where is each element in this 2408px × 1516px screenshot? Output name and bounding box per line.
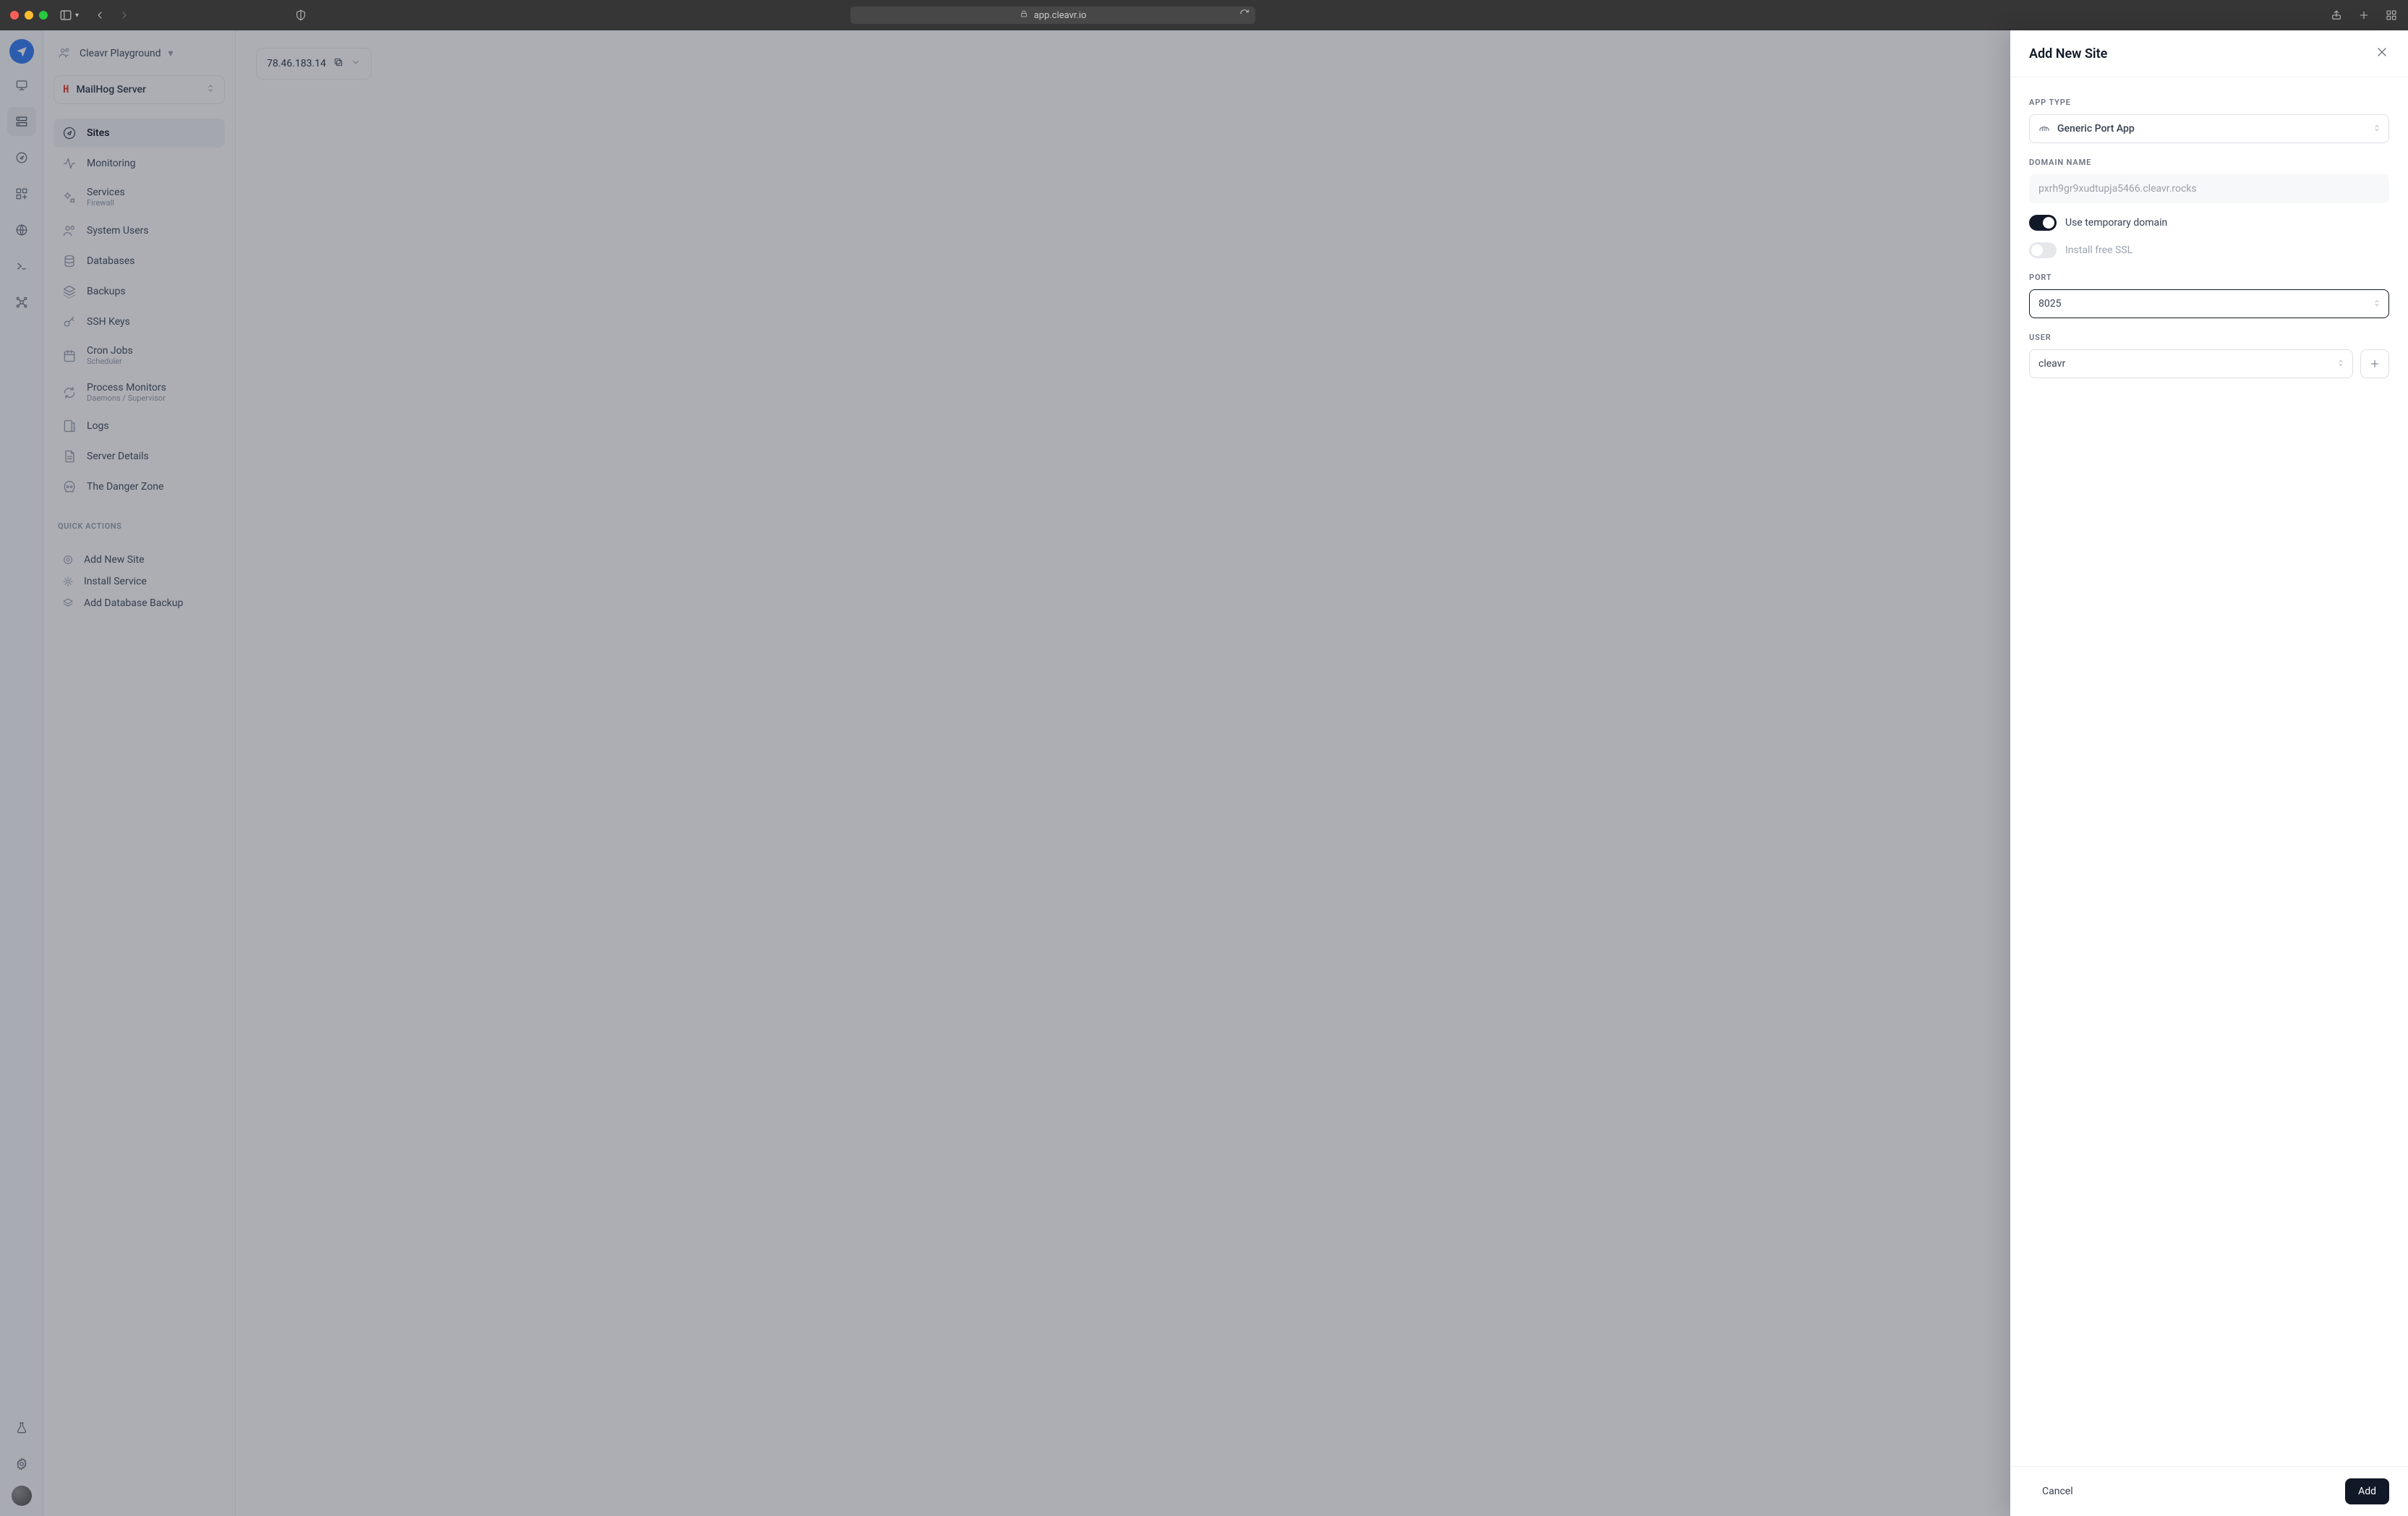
add-user-button[interactable]	[2360, 349, 2389, 378]
nav-back-icon[interactable]	[93, 9, 106, 22]
close-icon[interactable]	[2375, 45, 2389, 62]
domain-name-input[interactable]	[2029, 174, 2389, 203]
refresh-icon[interactable]	[1239, 9, 1250, 22]
user-select[interactable]: cleavr	[2029, 349, 2353, 378]
toggle-label: Install free SSL	[2065, 244, 2132, 256]
minimize-window-dot[interactable]	[25, 11, 33, 20]
updown-icon	[2373, 124, 2381, 135]
close-window-dot[interactable]	[10, 11, 19, 20]
label-app-type: APP TYPE	[2029, 98, 2389, 107]
maximize-window-dot[interactable]	[39, 11, 48, 20]
app-root: Cleavr Playground ▾ H MailHog Server Sit…	[0, 30, 2408, 1516]
tabs-overview-icon[interactable]	[2385, 9, 2398, 22]
chevron-down-icon[interactable]: ▾	[75, 12, 79, 20]
share-icon[interactable]	[2330, 9, 2343, 22]
shield-icon[interactable]	[294, 9, 307, 22]
cancel-button[interactable]: Cancel	[2029, 1478, 2086, 1504]
url-text: app.cleavr.io	[1034, 10, 1087, 21]
url-bar[interactable]: app.cleavr.io	[850, 7, 1255, 24]
toggle-label: Use temporary domain	[2065, 217, 2167, 229]
domain-name-field[interactable]	[2038, 183, 2380, 195]
port-input[interactable]	[2029, 289, 2389, 318]
user-value: cleavr	[2038, 358, 2065, 370]
bridge-icon	[2038, 122, 2050, 136]
install-ssl-toggle[interactable]	[2029, 242, 2057, 258]
new-tab-icon[interactable]	[2357, 9, 2370, 22]
sidebar-toggle-icon[interactable]	[59, 9, 72, 22]
drawer-title: Add New Site	[2029, 46, 2107, 61]
lock-icon	[1020, 9, 1028, 21]
window-traffic-lights[interactable]	[10, 11, 48, 20]
label-user: USER	[2029, 333, 2389, 342]
add-button[interactable]: Add	[2345, 1478, 2389, 1504]
use-temp-domain-toggle[interactable]	[2029, 215, 2057, 231]
number-spinner-icon[interactable]	[2373, 299, 2381, 310]
label-domain-name: DOMAIN NAME	[2029, 158, 2389, 167]
browser-chrome: ▾ app.cleavr.io	[0, 0, 2408, 30]
add-site-drawer: Add New Site APP TYPE Generic Port App D…	[2010, 30, 2408, 1516]
app-type-select[interactable]: Generic Port App	[2029, 114, 2389, 143]
nav-forward-icon[interactable]	[118, 9, 131, 22]
app-type-value: Generic Port App	[2057, 123, 2135, 135]
updown-icon	[2336, 359, 2345, 370]
label-port: PORT	[2029, 273, 2389, 282]
port-field[interactable]	[2038, 298, 2380, 310]
